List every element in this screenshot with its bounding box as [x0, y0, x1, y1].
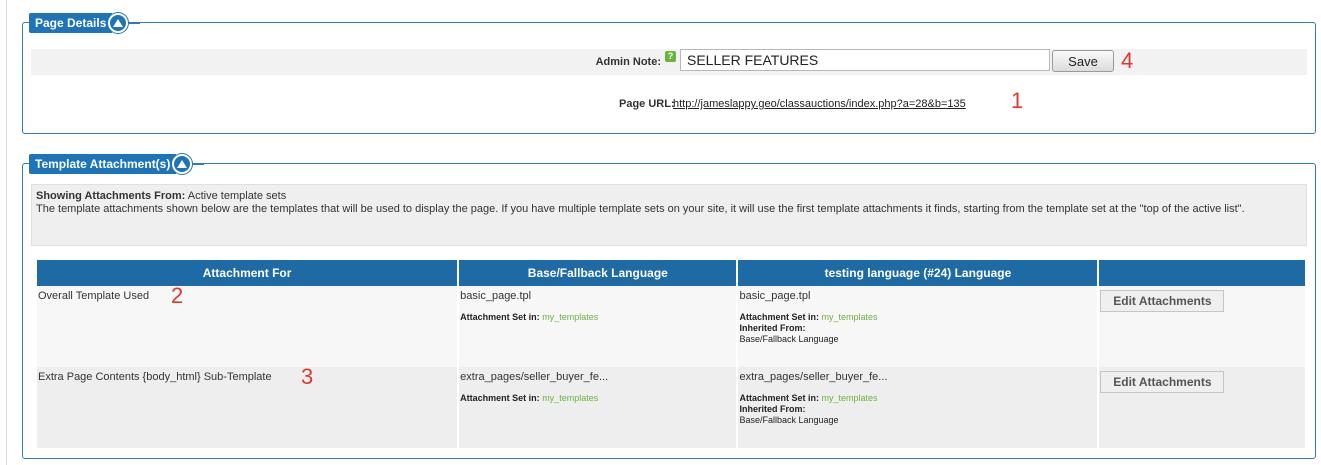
template-filename: basic_page.tpl: [739, 290, 811, 302]
attachment-set-label: Attachment Set in:: [460, 312, 540, 322]
attachment-for-cell: Overall Template Used 2: [37, 283, 458, 367]
template-filename: extra_pages/seller_buyer_fe...: [460, 371, 609, 383]
annotation-4: 4: [1121, 48, 1134, 73]
inherited-from-value: Base/Fallback Language: [739, 334, 839, 344]
page-left-rule: [6, 0, 7, 465]
attachment-description: The template attachments shown below are…: [36, 203, 1245, 215]
column-header: testing language (#24) Language: [738, 260, 1098, 286]
attachment-for-cell: Extra Page Contents {body_html} Sub-Temp…: [37, 364, 458, 448]
attachment-set-value: my_templates: [542, 393, 599, 403]
annotation-3: 3: [301, 364, 314, 389]
column-header: Attachment For: [37, 260, 458, 286]
edit-attachments-button[interactable]: Edit Attachments: [1100, 371, 1225, 393]
collapse-toggle-icon[interactable]: [108, 13, 129, 33]
column-header: Base/Fallback Language: [459, 260, 737, 286]
inherited-from-label: Inherited From:: [739, 404, 806, 414]
page-url-label: Page URL:: [619, 98, 675, 110]
page-details-legend: Page Details: [29, 12, 141, 34]
attachment-set-value: my_templates: [821, 312, 878, 322]
actions-cell: Edit Attachments: [1099, 367, 1305, 448]
testing-language-cell: extra_pages/seller_buyer_fe... Attachmen…: [738, 367, 1098, 448]
page-details-title: Page Details: [29, 13, 113, 33]
page-url-link[interactable]: http://jameslappy.geo/classauctions/inde…: [673, 98, 966, 110]
annotation-2: 2: [171, 283, 184, 308]
inherited-from-value: Base/Fallback Language: [739, 415, 839, 425]
column-header: [1099, 260, 1305, 286]
attachment-set-label: Attachment Set in:: [460, 393, 540, 403]
showing-label: Showing Attachments From:: [36, 190, 186, 202]
admin-note-input[interactable]: [680, 49, 1050, 71]
attachment-set-label: Attachment Set in:: [739, 312, 819, 322]
admin-note-row: Admin Note: ? Save 4: [31, 49, 1307, 75]
table-row: Extra Page Contents {body_html} Sub-Temp…: [37, 364, 1305, 448]
template-attachments-legend: Template Attachment(s): [29, 153, 205, 175]
attachment-for-label: Extra Page Contents {body_html} Sub-Temp…: [38, 371, 272, 383]
showing-value: Active template sets: [187, 190, 287, 202]
base-language-cell: basic_page.tpl Attachment Set in: my_tem…: [459, 286, 737, 367]
attachment-info-box: Showing Attachments From: Active templat…: [31, 184, 1307, 246]
testing-language-cell: basic_page.tpl Attachment Set in: my_tem…: [738, 286, 1098, 367]
help-icon[interactable]: ?: [665, 51, 676, 62]
template-attachments-panel: Template Attachment(s) Showing Attachmen…: [22, 154, 1316, 459]
attachments-table: Attachment For Base/Fallback Language te…: [35, 260, 1307, 448]
annotation-1: 1: [1011, 88, 1024, 113]
template-attachments-title: Template Attachment(s): [29, 154, 177, 174]
template-filename: basic_page.tpl: [460, 290, 532, 302]
attachment-set-value: my_templates: [542, 312, 599, 322]
table-row: Overall Template Used 2 basic_page.tpl A…: [37, 283, 1305, 367]
table-header-row: Attachment For Base/Fallback Language te…: [37, 260, 1305, 286]
inherited-from-label: Inherited From:: [739, 323, 806, 333]
admin-note-label: Admin Note:: [595, 56, 661, 68]
actions-cell: Edit Attachments: [1099, 286, 1305, 367]
save-button[interactable]: Save: [1052, 50, 1114, 72]
edit-attachments-button[interactable]: Edit Attachments: [1100, 290, 1225, 312]
collapse-toggle-icon[interactable]: [172, 154, 193, 174]
base-language-cell: extra_pages/seller_buyer_fe... Attachmen…: [459, 367, 737, 448]
attachment-set-value: my_templates: [821, 393, 878, 403]
attachment-for-label: Overall Template Used: [38, 290, 150, 302]
page-details-panel: Page Details Admin Note: ? Save 4 Page U…: [22, 13, 1316, 134]
template-filename: extra_pages/seller_buyer_fe...: [739, 371, 888, 383]
attachment-set-label: Attachment Set in:: [739, 393, 819, 403]
